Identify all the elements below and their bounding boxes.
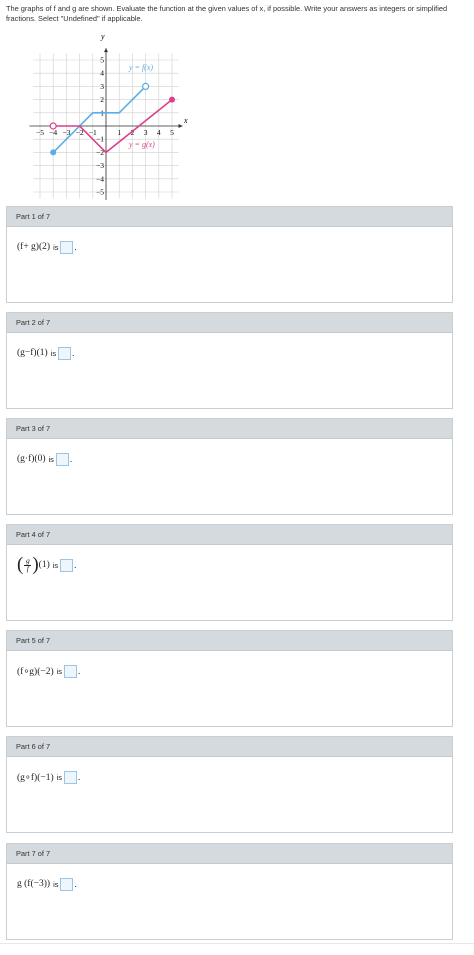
part-2: Part 2 of 7 (g−f)(1) is .	[6, 312, 453, 409]
open-paren: (	[17, 554, 24, 575]
part-1: Part 1 of 7 (f+ g)(2) is .	[6, 206, 453, 303]
y-tick-label: 5	[100, 56, 104, 65]
is-text: is	[50, 348, 57, 358]
is-text: is	[53, 879, 59, 889]
y-tick-label: −3	[96, 161, 104, 170]
y-tick-label: 4	[100, 69, 104, 78]
f-closed-endpoint	[50, 149, 57, 156]
x-tick-label: −5	[36, 128, 44, 137]
g-open-endpoint	[49, 122, 57, 130]
y-axis-label: y	[100, 34, 105, 41]
part-3: Part 3 of 7 (g·f)(0) is .	[6, 418, 453, 515]
is-text: is	[56, 772, 63, 782]
part-7: Part 7 of 7 g (f(−3)) is .	[6, 843, 453, 940]
answer-input[interactable]	[58, 346, 72, 360]
period: .	[78, 772, 81, 782]
f-label: y = f(x)	[128, 63, 153, 72]
part-4: Part 4 of 7 ( g f ) (1) is .	[6, 524, 453, 621]
expression: (1)	[38, 560, 50, 570]
part-header: Part 4 of 7	[7, 525, 452, 545]
x-tick-label: 3	[144, 128, 148, 137]
expression: (f+ g)(2)	[17, 242, 51, 252]
expression: (g·f)(0)	[17, 454, 46, 464]
answer-input[interactable]	[55, 452, 69, 466]
y-axis-arrow	[104, 48, 108, 53]
period: .	[72, 348, 75, 358]
fraction-g-over-f: g f	[24, 555, 32, 574]
graph-curves	[49, 82, 175, 156]
x-tick-label: 1	[117, 128, 121, 137]
period: .	[69, 454, 73, 464]
part-header: Part 6 of 7	[7, 737, 452, 757]
x-axis-label: x	[183, 116, 188, 125]
x-tick-label: 5	[170, 128, 174, 137]
y-tick-label: 2	[100, 95, 104, 104]
period: .	[78, 666, 81, 676]
answer-input[interactable]	[64, 664, 78, 678]
period: .	[74, 879, 77, 889]
is-text: is	[48, 454, 54, 464]
period: .	[74, 242, 77, 252]
y-tick-label: −5	[96, 188, 104, 197]
fraction-denominator: f	[26, 564, 29, 574]
function-graph: −5 −4 −3 −2 −1 1 2 3 4 554321−1−2−3−4−5 y = f(x) …	[29, 34, 188, 200]
expression: (f∘g)(−2)	[17, 666, 54, 677]
period: .	[74, 560, 77, 570]
expression: (g−f)(1)	[17, 348, 48, 358]
answer-input[interactable]	[60, 558, 74, 572]
g-label: y = g(x)	[128, 140, 155, 149]
f-open-endpoint	[142, 82, 150, 91]
y-tick-label: 3	[100, 82, 104, 91]
x-tick-label: 4	[157, 128, 161, 137]
x-axis-arrow	[178, 124, 183, 128]
part-header: Part 7 of 7	[7, 844, 452, 864]
problem-prompt: The graphs of f and g are shown. Evaluat…	[6, 4, 448, 23]
answer-input[interactable]	[60, 240, 74, 254]
expression: g (f(−3))	[17, 879, 51, 889]
part-header: Part 3 of 7	[7, 419, 452, 439]
part-header: Part 1 of 7	[7, 207, 452, 227]
part-header: Part 5 of 7	[7, 631, 452, 651]
expression: (g∘f)(−1)	[17, 772, 54, 783]
g-closed-endpoint	[169, 96, 175, 103]
y-tick-label: −4	[96, 174, 104, 183]
answer-input[interactable]	[64, 770, 78, 784]
fraction-numerator: g	[25, 555, 30, 565]
is-text: is	[56, 666, 63, 676]
page-divider	[0, 943, 474, 944]
is-text: is	[52, 560, 59, 570]
y-tick-label: −1	[96, 135, 104, 144]
part-header: Part 2 of 7	[7, 313, 452, 333]
is-text: is	[53, 242, 59, 252]
part-5: Part 5 of 7 (f∘g)(−2) is .	[6, 630, 453, 727]
answer-input[interactable]	[60, 877, 74, 891]
part-6: Part 6 of 7 (g∘f)(−1) is .	[6, 736, 453, 833]
